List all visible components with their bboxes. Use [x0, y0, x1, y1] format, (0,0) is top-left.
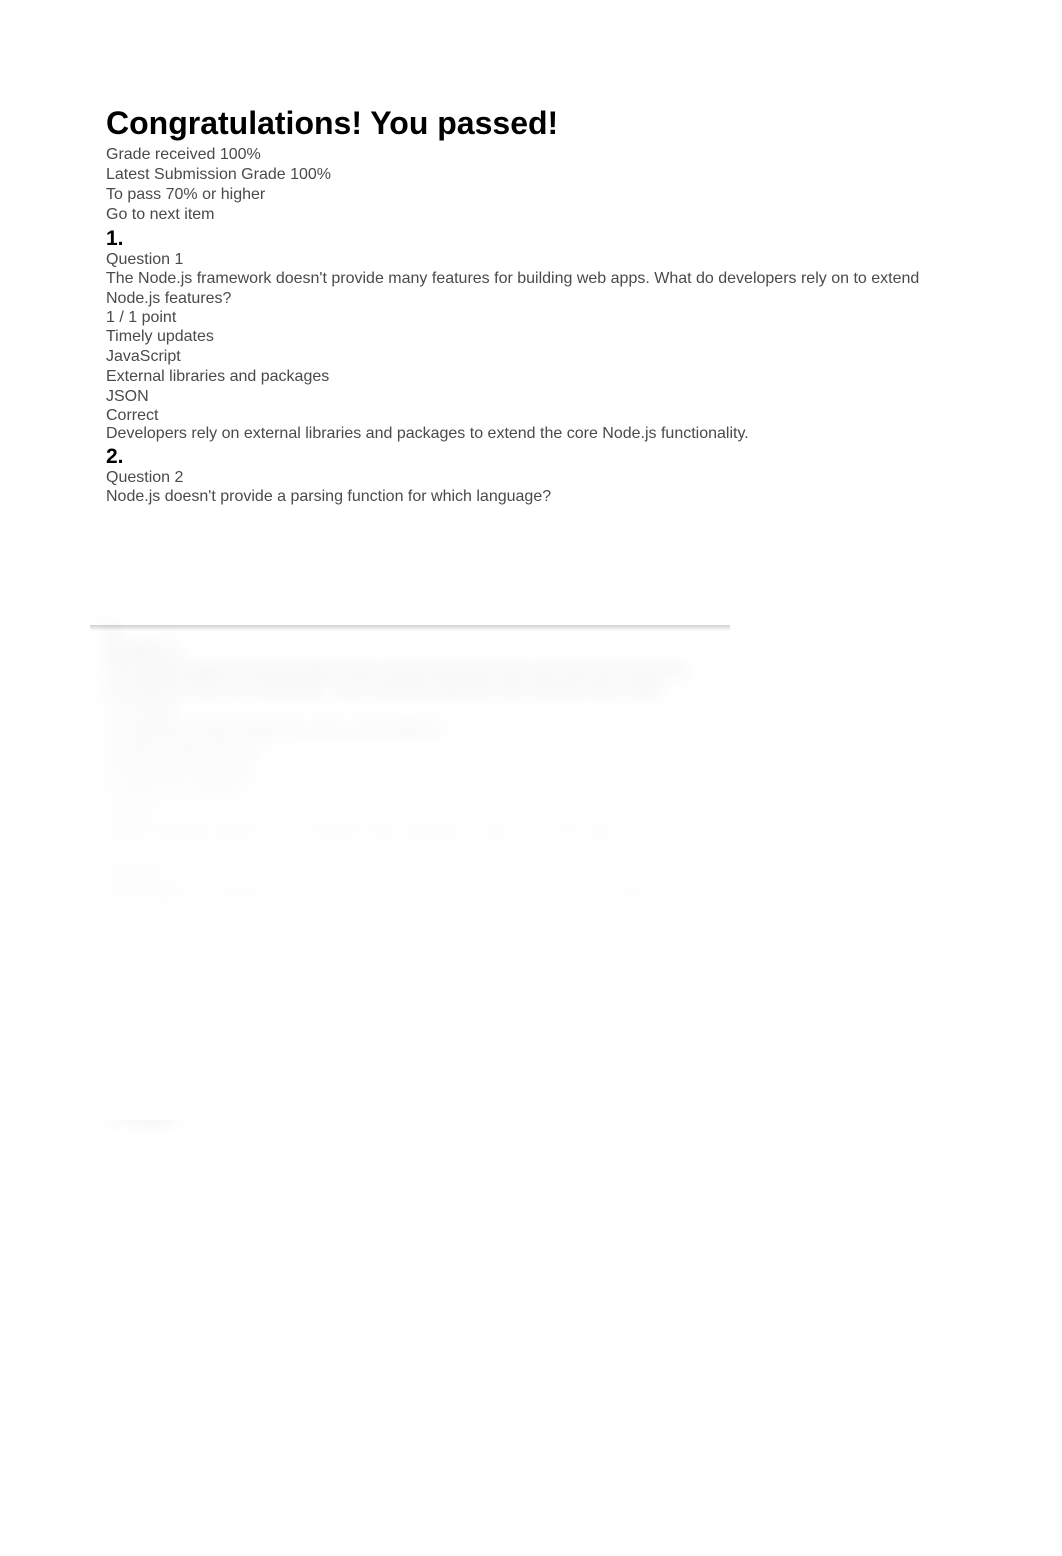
question-number: 1.	[106, 227, 956, 251]
blurred-points: 1 / 1 point	[106, 1106, 746, 1126]
question-text: The Node.js framework doesn't provide ma…	[106, 269, 946, 309]
blurred-feedback: String matching might be more efficient …	[106, 823, 746, 843]
question-label: Question 1	[106, 251, 956, 269]
answer-option[interactable]: Timely updates	[106, 327, 956, 347]
blurred-points: 1 / 1 point	[106, 701, 746, 721]
question-number: 2.	[106, 445, 956, 469]
question-label: Question 2	[106, 469, 956, 487]
blurred-option: To state the XML tags	[106, 762, 746, 782]
blurred-option: xjs	[106, 944, 746, 964]
blurred-points: 1 / 1 point	[106, 904, 746, 924]
answer-option[interactable]: JavaScript	[106, 347, 956, 367]
blurred-qnum: 5.	[106, 1045, 746, 1065]
blurred-option: To XML into element	[106, 782, 746, 802]
blurred-correct: Correct	[106, 1005, 746, 1025]
answer-option[interactable]: External libraries and packages	[106, 367, 956, 387]
next-item-link[interactable]: Go to next item	[106, 206, 215, 223]
blurred-label: Question 4	[106, 863, 746, 883]
blurred-label: Question 5	[106, 1066, 746, 1086]
latest-submission-value: 100%	[290, 166, 331, 183]
correct-badge: Correct	[106, 407, 956, 425]
page-title: Congratulations! You passed!	[106, 105, 956, 142]
blurred-option: Express.js	[106, 964, 746, 984]
blurred-qnum: 4.	[106, 843, 746, 863]
feedback-text: Developers rely on external libraries an…	[106, 425, 956, 443]
blurred-correct: Correct	[106, 802, 746, 822]
blurred-label: Question 3	[106, 640, 746, 660]
paywall-shadow	[90, 625, 730, 631]
grade-label: Grade received	[106, 146, 215, 163]
blurred-line: The disadvantage of representation state…	[106, 661, 746, 681]
question-text: Node.js doesn't provide a parsing functi…	[106, 487, 946, 507]
question-points: 1 / 1 point	[106, 309, 956, 327]
blurred-option: To state writing function	[106, 742, 746, 762]
to-pass-value: 70% or higher	[166, 186, 266, 203]
to-pass-label: To pass	[106, 186, 161, 203]
blurred-line: describing a XML into JavaScript. They m…	[106, 681, 746, 701]
blurred-option: To represent string matching it not to m…	[106, 721, 746, 741]
answer-option[interactable]: JSON	[106, 387, 956, 407]
blurred-line: What web application framework is based …	[106, 1086, 746, 1106]
blurred-feedback: xml2js is a Node.js package parses a str…	[106, 1025, 746, 1045]
blurred-option: xml2js	[106, 985, 746, 1005]
latest-submission-label: Latest Submission Grade	[106, 166, 286, 183]
grade-value: 100%	[220, 146, 261, 163]
blurred-option: Async.js	[106, 924, 746, 944]
blurred-line: Which Node.js package converts a string …	[106, 883, 746, 903]
blurred-content: 3. Question 3 The disadvantage of repres…	[106, 620, 746, 1110]
